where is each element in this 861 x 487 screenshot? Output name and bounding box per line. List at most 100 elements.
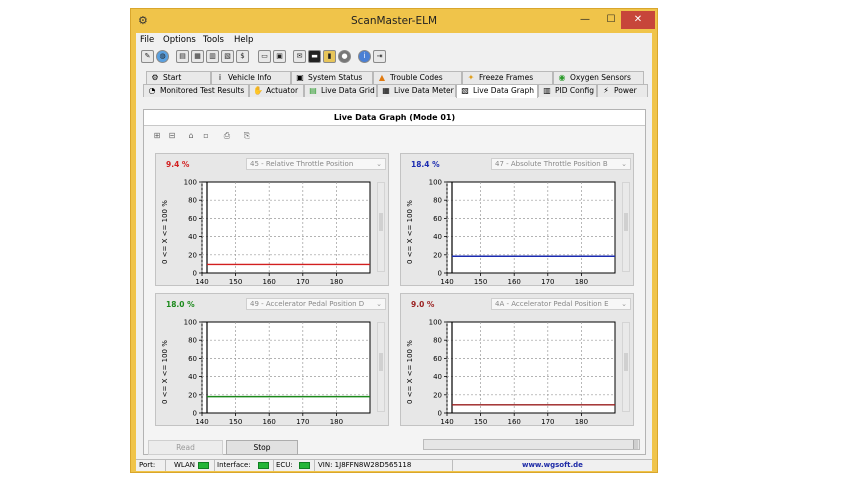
tab-live-data-graph[interactable]: ▧ Live Data Graph xyxy=(456,84,538,98)
stop-button[interactable]: Stop xyxy=(226,440,298,455)
print-icon[interactable]: ▣ xyxy=(273,50,286,63)
car-icon: ⚙ xyxy=(151,73,159,82)
y-tick-label: 20 xyxy=(188,251,197,259)
minimize-button[interactable]: — xyxy=(572,11,598,29)
client-area: File Options Tools Help ✎ ◍ ▤ ▦ ▥ ▧ $ ▭ … xyxy=(136,33,652,471)
exit-icon[interactable]: ⇥ xyxy=(373,50,386,63)
status-interface-label: Interface: xyxy=(217,461,251,469)
tab-oxygen-sensors[interactable]: ◉ Oxygen Sensors xyxy=(553,71,644,84)
graph-scrollbar[interactable] xyxy=(377,182,385,272)
y-tick-label: 80 xyxy=(433,197,442,205)
print-setup-icon[interactable]: ⎙ xyxy=(221,130,233,142)
open-icon[interactable]: ⌂ xyxy=(185,130,197,142)
save-icon[interactable]: ▫ xyxy=(200,130,212,142)
panel-toolbar: ⊞ ⊟ ⌂ ▫ ⎙ ⎘ xyxy=(151,130,271,144)
y-tick-label: 20 xyxy=(433,391,442,399)
document-icon[interactable]: ▤ xyxy=(176,50,189,63)
y-tick-label: 80 xyxy=(188,337,197,345)
scroll-thumb[interactable] xyxy=(379,353,383,371)
add-graph-icon[interactable]: ⊞ xyxy=(151,130,163,142)
menu-options[interactable]: Options xyxy=(163,35,196,45)
status-divider xyxy=(273,460,274,471)
tab-actuator[interactable]: ✋ Actuator xyxy=(249,84,304,97)
menu-help[interactable]: Help xyxy=(234,35,253,45)
progress-slider[interactable] xyxy=(423,439,640,450)
scroll-thumb[interactable] xyxy=(379,213,383,231)
graph-scrollbar[interactable] xyxy=(377,322,385,412)
y-tick-label: 40 xyxy=(188,233,197,241)
status-wlan-label: WLAN xyxy=(174,461,196,469)
graph-view-icon[interactable]: ▧ xyxy=(221,50,234,63)
globe-icon[interactable]: ◍ xyxy=(156,50,169,63)
y-tick-label: 60 xyxy=(188,215,197,223)
connect-icon[interactable]: ✎ xyxy=(141,50,154,63)
x-tick-label: 180 xyxy=(330,278,343,286)
print-graph-icon[interactable]: ⎘ xyxy=(241,130,253,142)
tab-trouble-codes[interactable]: ▲ Trouble Codes xyxy=(373,71,462,84)
tab-start[interactable]: ⚙ Start xyxy=(146,71,211,84)
record-icon[interactable]: ● xyxy=(338,50,351,63)
status-divider xyxy=(452,460,453,471)
graph-plot: 0 20 40 60 80 100 140 150 160 170 180 xyxy=(184,319,371,426)
plot-area xyxy=(201,321,371,414)
graph-box: 9.4 % 45 - Relative Throttle Position ⌄ 0… xyxy=(155,153,389,286)
close-button[interactable]: ✕ xyxy=(621,11,655,29)
tab-system-status[interactable]: ▣ System Status xyxy=(291,71,373,84)
tab-freeze-frames[interactable]: ✦ Freeze Frames xyxy=(462,71,553,84)
x-tick-label: 170 xyxy=(296,418,309,426)
y-tick-label: 40 xyxy=(433,233,442,241)
terminal-icon[interactable]: ▬ xyxy=(308,50,321,63)
meter-icon: ▦ xyxy=(382,86,390,95)
clipboard-icon[interactable]: ▭ xyxy=(258,50,271,63)
chat-icon[interactable]: ✉ xyxy=(293,50,306,63)
monitor-icon: ▣ xyxy=(296,73,304,82)
scroll-thumb[interactable] xyxy=(624,353,628,371)
x-tick-label: 160 xyxy=(263,418,276,426)
warning-icon: ▲ xyxy=(378,73,386,82)
y-tick-label: 100 xyxy=(429,179,442,187)
tab-live-data-meter[interactable]: ▦ Live Data Meter xyxy=(377,84,456,97)
graph-scrollbar[interactable] xyxy=(622,182,630,272)
x-tick-label: 150 xyxy=(474,418,487,426)
settings-icon[interactable]: $ xyxy=(236,50,249,63)
gauge-icon: ◔ xyxy=(148,86,156,95)
menu-file[interactable]: File xyxy=(140,35,154,45)
tab-live-data-grid[interactable]: ▤ Live Data Grid xyxy=(304,84,377,97)
graph-plot: 0 20 40 60 80 100 140 150 160 170 180 xyxy=(429,179,616,286)
x-tick-label: 140 xyxy=(440,278,453,286)
plot-area xyxy=(446,321,616,414)
battery-icon[interactable]: ▮ xyxy=(323,50,336,63)
graph-box: 18.4 % 47 - Absolute Throttle Position B… xyxy=(400,153,634,286)
app-window: ⚙ ScanMaster-ELM — ☐ ✕ File Options Tool… xyxy=(130,8,658,473)
graph-box: 9.0 % 4A - Accelerator Pedal Position E ⌄… xyxy=(400,293,634,426)
graph-scrollbar[interactable] xyxy=(622,322,630,412)
tab-vehicle-info[interactable]: i Vehicle Info xyxy=(211,71,291,84)
x-tick-label: 150 xyxy=(229,418,242,426)
live-data-graph-panel: Live Data Graph (Mode 01) ⊞ ⊟ ⌂ ▫ ⎙ ⎘ 9.… xyxy=(143,109,646,455)
config-icon: ▥ xyxy=(543,86,551,95)
panel-title: Live Data Graph (Mode 01) xyxy=(144,110,645,126)
menu-tools[interactable]: Tools xyxy=(203,35,224,45)
website-link[interactable]: www.wgsoft.de xyxy=(522,460,583,471)
info-icon: i xyxy=(218,73,222,82)
tab-power[interactable]: ⚡ Power xyxy=(597,84,648,97)
read-button[interactable]: Read xyxy=(148,440,223,455)
grid-view-icon[interactable]: ▦ xyxy=(191,50,204,63)
title-bar[interactable]: ⚙ ScanMaster-ELM — ☐ ✕ xyxy=(131,9,657,33)
scroll-thumb[interactable] xyxy=(624,213,628,231)
remove-graph-icon[interactable]: ⊟ xyxy=(166,130,178,142)
plot-area xyxy=(446,181,616,274)
tab-pid-config[interactable]: ▥ PID Config xyxy=(538,84,597,97)
power-icon: ⚡ xyxy=(603,86,609,95)
slider-handle[interactable] xyxy=(633,440,638,449)
status-port-label: Port: xyxy=(139,461,156,469)
y-tick-label: 60 xyxy=(188,355,197,363)
about-icon[interactable]: i xyxy=(358,50,371,63)
y-tick-label: 100 xyxy=(429,319,442,327)
graph-icon: ▧ xyxy=(461,86,469,95)
y-tick-label: 0 xyxy=(438,410,442,418)
x-tick-label: 150 xyxy=(474,278,487,286)
meter-view-icon[interactable]: ▥ xyxy=(206,50,219,63)
tab-monitored-test-results[interactable]: ◔ Monitored Test Results xyxy=(143,84,249,97)
toolbar: ✎ ◍ ▤ ▦ ▥ ▧ $ ▭ ▣ ✉ ▬ ▮ ● i ⇥ xyxy=(136,48,652,67)
